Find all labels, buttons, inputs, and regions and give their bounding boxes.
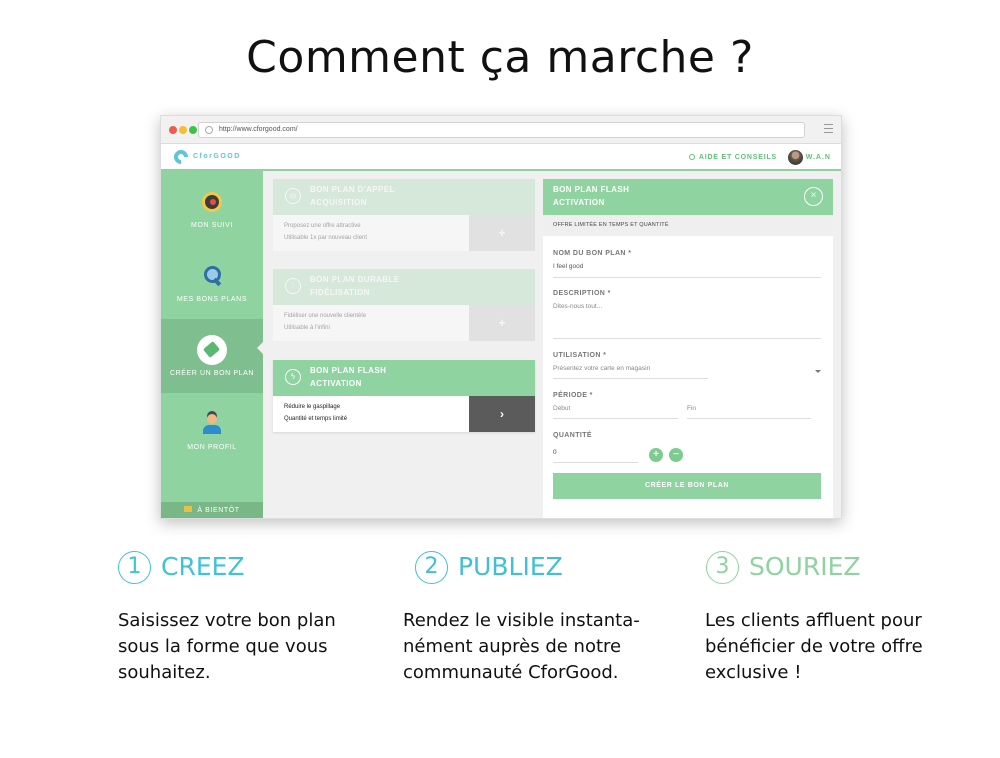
browser-menu-icon[interactable]: [824, 124, 833, 133]
card-subtitle: ACQUISITION: [310, 198, 367, 207]
create-form-panel: BON PLAN FLASH ACTIVATION × OFFRE LIMITÉ…: [543, 179, 833, 518]
add-button[interactable]: +: [469, 305, 535, 341]
address-bar-url: http://www.cforgood.com/: [219, 126, 298, 133]
minimize-window-dot[interactable]: [179, 126, 187, 134]
maximize-window-dot[interactable]: [189, 126, 197, 134]
sidebar-item-label: MON PROFIL: [187, 444, 237, 451]
description-label: DESCRIPTION *: [553, 290, 611, 297]
chevron-down-icon[interactable]: [815, 370, 821, 373]
panel-title: BON PLAN FLASH: [553, 185, 630, 194]
exit-icon: [184, 506, 193, 512]
step-title: SOURIEZ: [749, 552, 861, 581]
usage-select-underline: [553, 378, 708, 379]
reload-icon[interactable]: [205, 126, 213, 134]
period-end-field[interactable]: Fin: [687, 405, 696, 412]
usage-label: UTILISATION *: [553, 352, 607, 359]
add-button[interactable]: +: [469, 215, 535, 251]
quantity-field[interactable]: 0: [553, 449, 557, 456]
step-description: Rendez le visible instanta-nément auprès…: [403, 610, 640, 683]
step-number: 3: [706, 551, 739, 584]
step-description: Saisissez votre bon plan sous la forme qu…: [118, 610, 336, 683]
sidebar-item-creer-un-bon-plan[interactable]: CRÉER UN BON PLAN: [161, 319, 263, 393]
card-bon-plan-flash[interactable]: ϟ BON PLAN FLASH ACTIVATION Réduire le g…: [273, 360, 535, 432]
sidebar-item-label: CRÉER UN BON PLAN: [169, 370, 255, 377]
user-name[interactable]: W.A.N: [806, 154, 831, 161]
logout-button[interactable]: À BIENTÔT: [161, 502, 263, 518]
quantity-label: QUANTITÉ: [553, 432, 592, 439]
sidebar-item-mon-suivi[interactable]: MON SUIVI: [161, 171, 263, 245]
period-start-underline: [553, 418, 678, 419]
card-description: Fidéliser une nouvelle clientèle: [284, 313, 367, 319]
app-header: CforGOOD AIDE ET CONSEILS W.A.N: [161, 144, 841, 171]
period-start-field[interactable]: Début: [553, 405, 570, 412]
step-number: 2: [415, 551, 448, 584]
sidebar-item-label: MES BONS PLANS: [176, 296, 248, 303]
name-field-underline: [553, 277, 821, 278]
logout-label: À BIENTÔT: [197, 507, 240, 514]
period-label: PÉRIODE *: [553, 392, 593, 399]
sidebar-item-mon-profil[interactable]: MON PROFIL: [161, 393, 263, 467]
step-title: PUBLIEZ: [458, 552, 563, 581]
name-label: NOM DU BON PLAN *: [553, 250, 632, 257]
card-subtitle: ACTIVATION: [310, 379, 362, 388]
quantity-increase-button[interactable]: +: [649, 448, 663, 462]
card-description: Utilisable 1x par nouveau client: [284, 235, 368, 241]
sidebar: MON SUIVI MES BONS PLANS CRÉER UN BON PL…: [161, 171, 263, 518]
description-field[interactable]: Dites-nous tout...: [553, 303, 602, 310]
logo-text[interactable]: CforGOOD: [193, 153, 241, 160]
card-description: Réduire le gaspillage: [284, 404, 341, 410]
card-bon-plan-appel[interactable]: ◎ BON PLAN D'APPEL ACQUISITION Proposez …: [273, 179, 535, 251]
avatar[interactable]: [788, 150, 803, 165]
page-title: Comment ça marche ?: [246, 32, 754, 83]
help-label: AIDE ET CONSEILS: [698, 154, 777, 161]
step-title: CREEZ: [161, 552, 245, 581]
help-link[interactable]: AIDE ET CONSEILS: [688, 154, 777, 161]
card-title: BON PLAN FLASH: [310, 366, 387, 375]
close-icon[interactable]: ×: [804, 187, 823, 206]
quantity-field-underline: [553, 462, 638, 463]
browser-window: http://www.cforgood.com/ CforGOOD AIDE E…: [160, 115, 842, 519]
sidebar-item-mes-bons-plans[interactable]: MES BONS PLANS: [161, 245, 263, 319]
period-end-underline: [687, 418, 811, 419]
card-description: Proposez une offre attractive: [284, 223, 361, 229]
search-icon: [202, 265, 222, 285]
panel-subtitle: ACTIVATION: [553, 198, 605, 207]
megaphone-icon: ◎: [285, 188, 301, 204]
card-description: Utilisable à l'infini: [284, 325, 330, 331]
card-description: Quantité et temps limité: [284, 416, 348, 422]
sidebar-item-label: MON SUIVI: [191, 222, 233, 229]
cforgood-logo-icon[interactable]: [171, 147, 191, 167]
flash-icon: ϟ: [285, 369, 301, 385]
loyalty-icon: ♢: [285, 278, 301, 294]
select-button[interactable]: ›: [469, 396, 535, 432]
card-subtitle: FIDÉLISATION: [310, 288, 370, 297]
step-number: 1: [118, 551, 151, 584]
close-window-dot[interactable]: [169, 126, 177, 134]
quantity-decrease-button[interactable]: −: [669, 448, 683, 462]
step-description: Les clients affluent pour bénéficier de v…: [705, 610, 923, 683]
usage-select[interactable]: Présentez votre carte en magasin: [553, 365, 650, 372]
gauge-icon: [202, 192, 222, 212]
panel-note: OFFRE LIMITÉE EN TEMPS ET QUANTITÉ: [543, 215, 833, 236]
user-icon: [202, 414, 222, 434]
description-field-underline: [553, 338, 821, 339]
browser-chrome: http://www.cforgood.com/: [161, 116, 841, 144]
card-title: BON PLAN D'APPEL: [310, 185, 395, 194]
name-field[interactable]: I feel good: [553, 263, 583, 270]
card-bon-plan-durable[interactable]: ♢ BON PLAN DURABLE FIDÉLISATION Fidélise…: [273, 269, 535, 341]
card-title: BON PLAN DURABLE: [310, 275, 400, 284]
help-icon: [688, 154, 695, 160]
create-deal-button[interactable]: CRÉER LE BON PLAN: [553, 473, 821, 499]
address-bar[interactable]: http://www.cforgood.com/: [198, 122, 805, 138]
tag-icon: [197, 335, 227, 365]
main-content: ◎ BON PLAN D'APPEL ACQUISITION Proposez …: [263, 171, 841, 518]
